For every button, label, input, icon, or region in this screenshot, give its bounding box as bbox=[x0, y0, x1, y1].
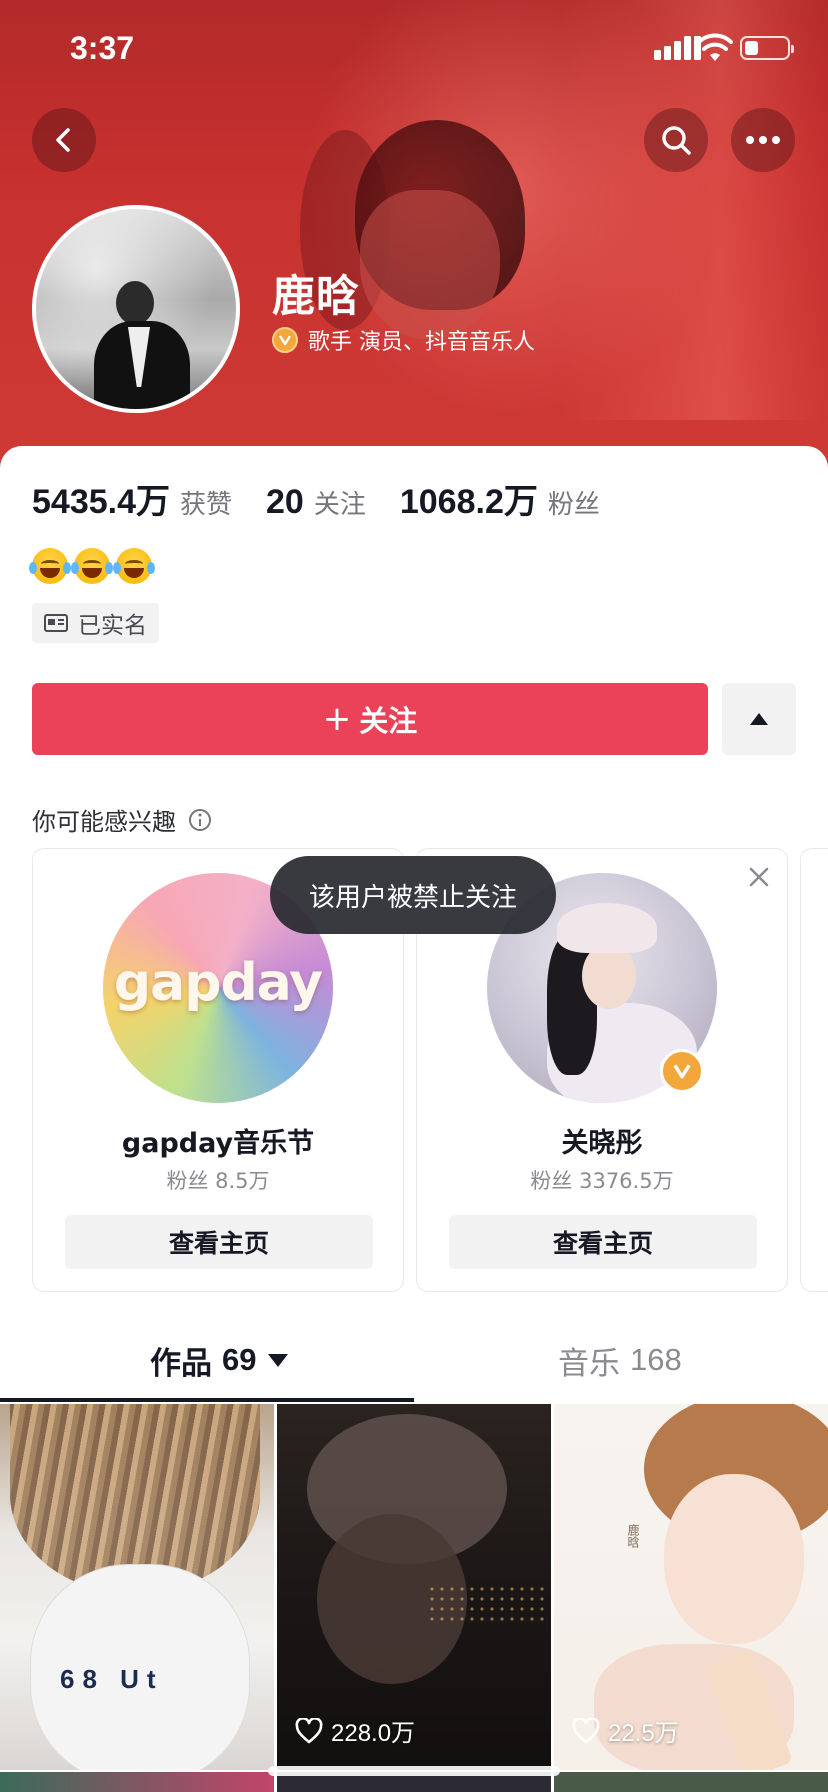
stat-likes-value: 5435.4万 bbox=[32, 483, 170, 521]
toast-message: 该用户被禁止关注 bbox=[270, 856, 556, 934]
status-time: 3:37 bbox=[70, 30, 135, 66]
suggestion-name: 关晓彤 bbox=[561, 1128, 643, 1159]
video-likes: 22.5万 bbox=[572, 1713, 679, 1748]
suggestion-fans: 粉丝 8.5万 bbox=[166, 1169, 270, 1193]
id-card-icon bbox=[44, 614, 68, 632]
cellular-signal-icon bbox=[654, 36, 701, 60]
heart-icon bbox=[295, 1717, 323, 1743]
stat-following-value: 20 bbox=[266, 483, 304, 521]
suggestions-title: 你可能感兴趣 bbox=[32, 808, 176, 836]
home-indicator[interactable] bbox=[268, 1766, 560, 1776]
verified-badge-icon bbox=[272, 327, 298, 353]
video-thumbnail-partial[interactable] bbox=[0, 1772, 274, 1792]
video-thumbnail[interactable]: 68 Ut bbox=[0, 1404, 274, 1770]
tab-works[interactable]: 作品 69 bbox=[150, 1318, 289, 1402]
stat-followers-value: 1068.2万 bbox=[399, 483, 538, 521]
suggestions-header: 你可能感兴趣 bbox=[32, 802, 212, 837]
verification-line: 歌手 演员、抖音音乐人 bbox=[272, 324, 535, 356]
battery-icon bbox=[740, 36, 794, 60]
follow-button[interactable]: + 关注 bbox=[32, 683, 708, 755]
avatar[interactable] bbox=[32, 205, 240, 413]
tab-music-count: 168 bbox=[630, 1342, 682, 1377]
video-overlay-text: 68 Ut bbox=[60, 1664, 164, 1694]
profile-name: 鹿晗 bbox=[272, 272, 360, 322]
suggestion-fans: 粉丝 3376.5万 bbox=[530, 1169, 674, 1193]
close-icon[interactable] bbox=[745, 863, 773, 891]
profile-stats: 5435.4万 获赞 20 关注 1068.2万 粉丝 bbox=[32, 474, 634, 523]
search-icon bbox=[662, 126, 691, 155]
more-dots-icon bbox=[746, 136, 780, 144]
tab-works-count: 69 bbox=[222, 1342, 257, 1377]
verified-badge-icon bbox=[660, 1049, 704, 1093]
header-photo-face bbox=[360, 190, 500, 340]
laugh-cry-emoji-icon bbox=[113, 548, 155, 584]
verification-text: 歌手 演员、抖音音乐人 bbox=[308, 330, 535, 355]
search-button[interactable] bbox=[644, 108, 708, 172]
status-bar: 3:37 bbox=[0, 0, 828, 96]
video-likes: 228.0万 bbox=[295, 1713, 415, 1748]
tab-music-label: 音乐 bbox=[558, 1345, 620, 1382]
suggestion-card-peek[interactable] bbox=[800, 848, 828, 1292]
caret-down-icon bbox=[268, 1353, 289, 1367]
video-thumbnail-partial[interactable] bbox=[554, 1772, 828, 1792]
tab-music[interactable]: 音乐 168 bbox=[558, 1318, 682, 1402]
stat-following[interactable]: 20 关注 bbox=[266, 483, 366, 522]
content-tabs: 作品 69 音乐 168 bbox=[0, 1318, 828, 1402]
suggestions-toggle-button[interactable] bbox=[722, 683, 796, 755]
stat-following-label: 关注 bbox=[313, 490, 366, 520]
video-likes-count: 22.5万 bbox=[608, 1720, 679, 1747]
stat-likes[interactable]: 5435.4万 获赞 bbox=[32, 474, 232, 523]
plus-icon: + bbox=[322, 699, 352, 739]
tab-underline bbox=[0, 1398, 414, 1402]
more-button[interactable] bbox=[731, 108, 795, 172]
stat-likes-label: 获赞 bbox=[180, 490, 233, 520]
gapday-logo-text: gapday bbox=[113, 953, 323, 1013]
view-profile-button[interactable]: 查看主页 bbox=[65, 1215, 373, 1269]
view-profile-button[interactable]: 查看主页 bbox=[449, 1215, 757, 1269]
heart-icon bbox=[572, 1717, 600, 1743]
bio bbox=[29, 548, 155, 584]
chevron-left-icon bbox=[56, 128, 70, 152]
video-thumbnail[interactable]: 鹿晗 22.5万 bbox=[554, 1404, 828, 1770]
video-thumbnail[interactable]: 228.0万 bbox=[277, 1404, 551, 1770]
wifi-icon bbox=[697, 33, 733, 61]
real-name-text: 已实名 bbox=[78, 613, 147, 639]
tab-works-label: 作品 bbox=[150, 1345, 212, 1382]
back-button[interactable] bbox=[32, 108, 96, 172]
real-name-badge: 已实名 bbox=[32, 603, 159, 643]
info-icon[interactable] bbox=[188, 808, 212, 832]
stat-followers-label: 粉丝 bbox=[547, 490, 600, 520]
video-overlay-text: 鹿晗 bbox=[626, 1524, 640, 1548]
laugh-cry-emoji-icon bbox=[71, 548, 113, 584]
video-likes-count: 228.0万 bbox=[331, 1720, 416, 1747]
stat-followers[interactable]: 1068.2万 粉丝 bbox=[400, 474, 600, 523]
triangle-up-icon bbox=[750, 713, 768, 725]
suggestion-name: gapday音乐节 bbox=[121, 1128, 315, 1159]
laugh-cry-emoji-icon bbox=[29, 548, 71, 584]
follow-label: 关注 bbox=[359, 704, 418, 738]
